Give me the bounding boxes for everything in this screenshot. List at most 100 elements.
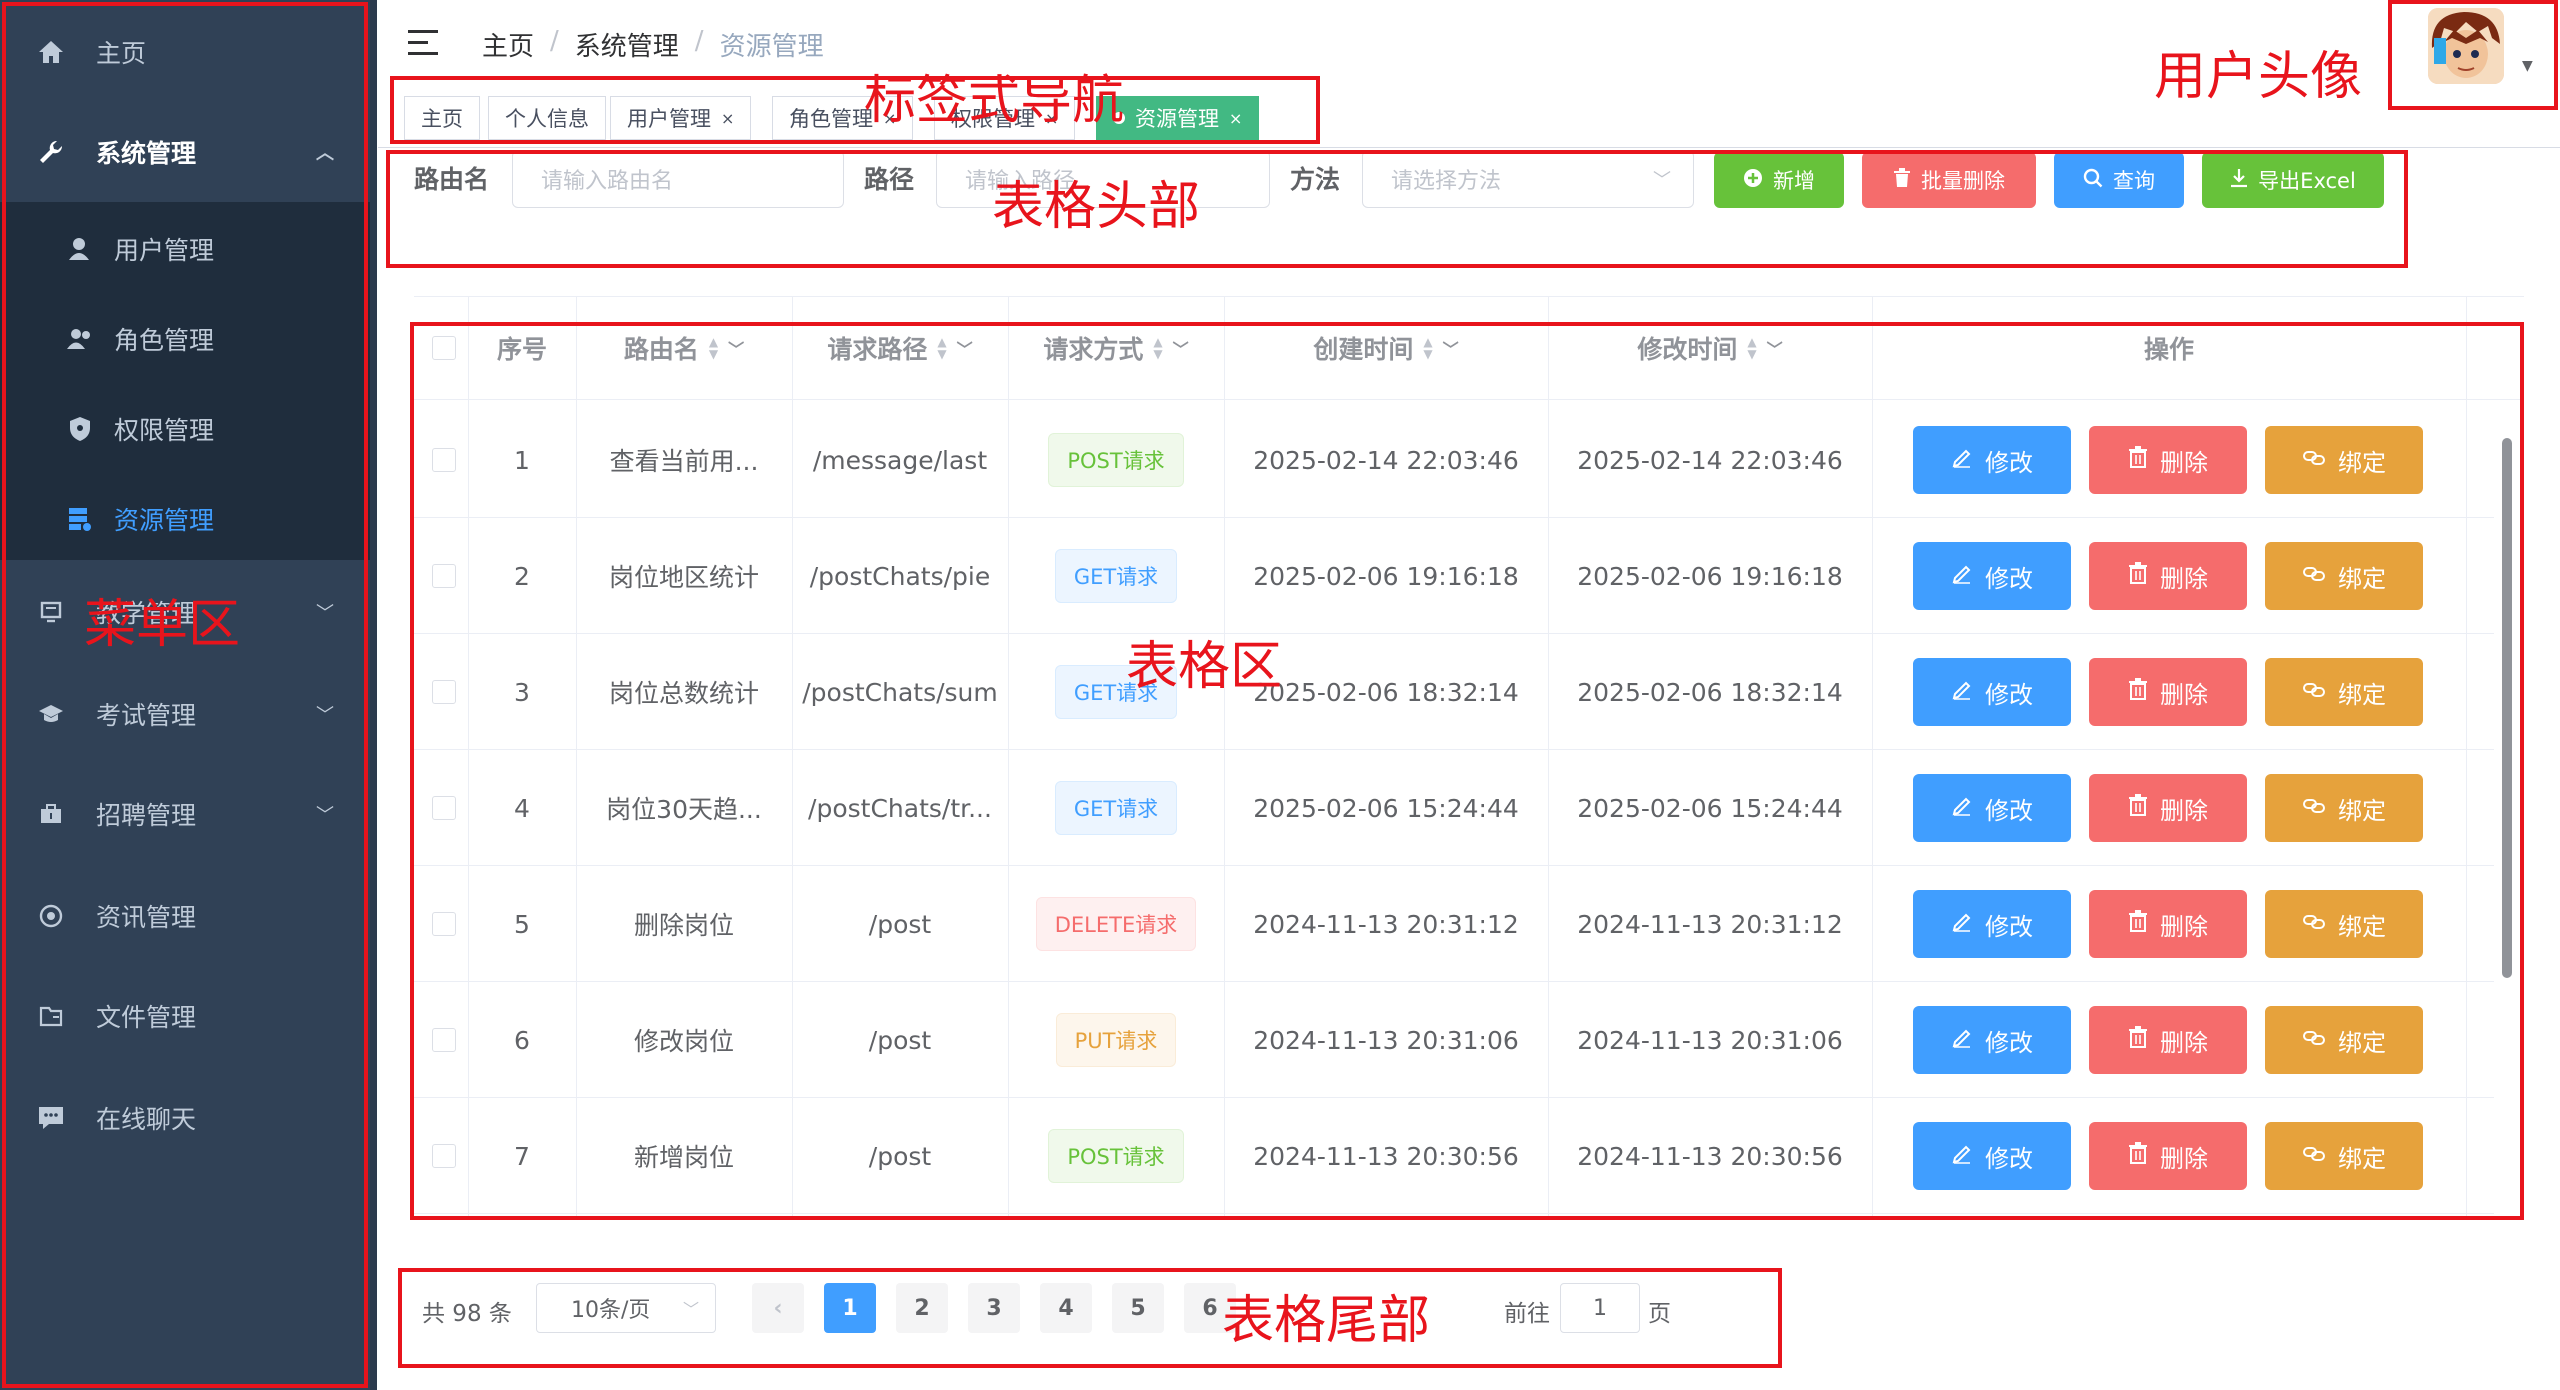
page-button[interactable]: 1 [824,1283,876,1333]
edit-button[interactable]: 修改 [1913,426,2071,494]
column-header-path[interactable]: 请求路径 ▲ ▼ ﹀ [792,296,1008,400]
tag-resources[interactable]: 资源管理 × [1096,96,1260,140]
sort-icon[interactable]: ▲ ▼ [937,336,946,360]
sidebar-item-system[interactable]: 系统管理 ︿ [0,102,370,202]
delete-button[interactable]: 删除 [2089,542,2247,610]
sort-icon[interactable]: ▲ ▼ [709,336,718,360]
link-icon [2302,446,2326,474]
select-all-checkbox[interactable] [432,336,456,360]
path-label: 路径 [864,165,915,194]
sidebar-item-recruit[interactable]: 招聘管理 ﹀ [0,764,370,864]
edit-button[interactable]: 修改 [1913,658,2071,726]
sidebar-item-resources[interactable]: 资源管理 [0,474,370,564]
breadcrumb-item-home[interactable]: 主页 [482,26,534,63]
breadcrumb: 主页 / 系统管理 / 资源管理 [482,26,824,63]
bind-button[interactable]: 绑定 [2265,774,2423,842]
edit-button[interactable]: 修改 [1913,1006,2071,1074]
sidebar-item-teaching[interactable]: 教学管理 ﹀ [0,562,370,662]
caret-down-icon[interactable]: ▼ [2522,58,2533,74]
tag-home[interactable]: 主页 [404,96,480,140]
sidebar-item-users[interactable]: 用户管理 [0,204,370,294]
export-excel-button[interactable]: 导出Excel [2202,152,2384,208]
tag-permissions[interactable]: 权限管理 × [934,96,1076,140]
row-checkbox[interactable] [432,564,456,588]
close-icon[interactable]: × [1229,109,1242,128]
sort-icon[interactable]: ▲ ▼ [1423,336,1432,360]
batch-delete-button[interactable]: 批量删除 [1862,152,2036,208]
bind-button[interactable]: 绑定 [2265,890,2423,958]
sidebar-item-files[interactable]: 文件管理 [0,966,370,1066]
sidebar-item-roles[interactable]: 角色管理 [0,294,370,384]
column-header-created[interactable]: 创建时间 ▲ ▼ ﹀ [1224,296,1548,400]
table-scrollbar-thumb[interactable] [2502,438,2512,978]
bind-button[interactable]: 绑定 [2265,542,2423,610]
row-checkbox[interactable] [432,912,456,936]
method-select[interactable]: 请选择方法 ﹀ [1362,150,1694,208]
sidebar-item-exam[interactable]: 考试管理 ﹀ [0,664,370,764]
column-header-updated[interactable]: 修改时间 ▲ ▼ ﹀ [1548,296,1872,400]
sidebar-item-chat[interactable]: 在线聊天 [0,1068,370,1168]
page-button[interactable]: 2 [896,1283,948,1333]
database-icon [64,503,96,535]
tag-label: 资源管理 [1135,107,1219,131]
edit-button[interactable]: 修改 [1913,1122,2071,1190]
route-name-input[interactable]: 请输入路由名 [512,150,844,208]
close-icon[interactable]: × [1045,109,1058,128]
goto-label: 前往 [1504,1301,1550,1327]
delete-button-label: 删除 [2160,1144,2208,1173]
edit-button[interactable]: 修改 [1913,774,2071,842]
chevron-down-icon[interactable]: ﹀ [728,336,744,360]
sidebar-item-permissions[interactable]: 权限管理 [0,384,370,474]
row-checkbox[interactable] [432,680,456,704]
edit-button[interactable]: 修改 [1913,542,2071,610]
path-input[interactable]: 请输入路径 [936,150,1270,208]
cell-method: GET请求 [1008,750,1224,866]
tag-roles[interactable]: 角色管理 × [772,96,914,140]
method-tag: GET请求 [1054,549,1178,603]
row-checkbox[interactable] [432,448,456,472]
sidebar-item-news[interactable]: 资讯管理 [0,866,370,966]
menu-toggle-icon[interactable] [408,30,438,56]
chevron-down-icon[interactable]: ﹀ [1767,336,1783,360]
bind-button[interactable]: 绑定 [2265,426,2423,494]
prev-page-button[interactable]: ‹ [752,1283,804,1333]
bind-button[interactable]: 绑定 [2265,1122,2423,1190]
bind-button[interactable]: 绑定 [2265,658,2423,726]
avatar[interactable] [2428,8,2504,84]
page-button[interactable]: 5 [1112,1283,1164,1333]
delete-button[interactable]: 删除 [2089,890,2247,958]
delete-button[interactable]: 删除 [2089,658,2247,726]
page-button[interactable]: 6 [1184,1283,1236,1333]
sort-icon[interactable]: ▲ ▼ [1153,336,1162,360]
chevron-down-icon[interactable]: ﹀ [1443,336,1459,360]
delete-button[interactable]: 删除 [2089,774,2247,842]
row-checkbox[interactable] [432,1144,456,1168]
close-icon[interactable]: × [883,109,896,128]
chevron-down-icon[interactable]: ﹀ [957,336,973,360]
close-icon[interactable]: × [721,109,734,128]
column-header-route-name[interactable]: 路由名 ▲ ▼ ﹀ [576,296,792,400]
add-button[interactable]: 新增 [1714,152,1844,208]
sidebar-item-label: 资讯管理 [96,903,197,932]
cell-index: 7 [514,1141,530,1171]
query-button[interactable]: 查询 [2054,152,2184,208]
delete-button[interactable]: 删除 [2089,426,2247,494]
tag-profile[interactable]: 个人信息 [488,96,606,140]
page-button[interactable]: 4 [1040,1283,1092,1333]
column-header-method[interactable]: 请求方式 ▲ ▼ ﹀ [1008,296,1224,400]
method-tag: GET请求 [1054,781,1178,835]
delete-button[interactable]: 删除 [2089,1006,2247,1074]
bind-button[interactable]: 绑定 [2265,1006,2423,1074]
sort-icon[interactable]: ▲ ▼ [1747,336,1756,360]
delete-button[interactable]: 删除 [2089,1122,2247,1190]
edit-button[interactable]: 修改 [1913,890,2071,958]
tag-users[interactable]: 用户管理 × [610,96,752,140]
sidebar-item-home[interactable]: 主页 [0,2,370,102]
row-checkbox[interactable] [432,1028,456,1052]
page-size-select[interactable]: 10条/页 ﹀ [536,1283,716,1333]
row-checkbox[interactable] [432,796,456,820]
breadcrumb-item-system[interactable]: 系统管理 [575,26,679,63]
page-button[interactable]: 3 [968,1283,1020,1333]
chevron-down-icon[interactable]: ﹀ [1173,336,1189,360]
goto-page-input[interactable]: 1 [1560,1283,1640,1333]
